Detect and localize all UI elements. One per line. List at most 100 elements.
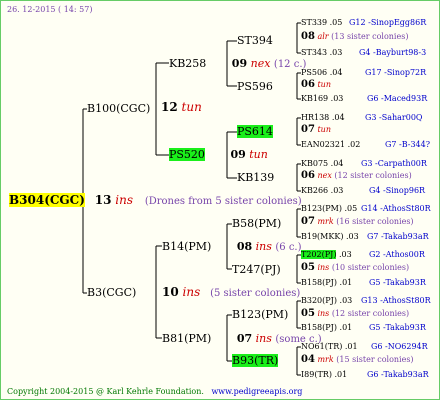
- gen4-queen[interactable]: HR138: [301, 113, 329, 122]
- gen3-ins: nex: [317, 171, 332, 180]
- gen4-queen[interactable]: ST343: [301, 48, 327, 57]
- gen4-ref-10: G2 -Athos00R: [369, 250, 425, 259]
- gen1-queen[interactable]: B100(CGC): [87, 102, 150, 115]
- gen4-queen[interactable]: B158(PJ): [301, 278, 337, 287]
- gen4-ref-3: G6 -Maced93R: [367, 94, 428, 103]
- gen4-ref-2: G17 -Sinop72R: [365, 68, 427, 77]
- gen4-ref-14: G6 -NO6294R: [371, 342, 428, 351]
- gen3-desc: (16 sister colonies): [336, 217, 414, 226]
- gen4-queen[interactable]: T202(PJ): [301, 250, 337, 259]
- footer: Copyright 2004-2015 @ Karl Kehrle Founda…: [7, 387, 302, 397]
- gen2-queen[interactable]: KB258: [169, 57, 206, 70]
- gen4-row-7: KB266 .03: [301, 186, 343, 196]
- gen2-num: 08: [236, 240, 253, 253]
- gen2-queen[interactable]: B14(PM): [162, 240, 211, 253]
- gen1-ins: ins: [182, 285, 201, 299]
- gen3-queen-1[interactable]: PS596: [237, 80, 273, 93]
- gen4-row-8: B123(PM) .05: [301, 204, 357, 214]
- gen1-queen[interactable]: B3(CGC): [87, 286, 136, 299]
- root-desc: (Drones from 5 sister colonies): [144, 196, 302, 207]
- gen4-queen[interactable]: KB266: [301, 186, 328, 195]
- gen4-num: .04: [330, 159, 344, 168]
- gen4-row-15: I89(TR) .01: [301, 370, 347, 380]
- gen4-row-13: B158(PJ) .01: [301, 323, 352, 333]
- gen3-queen-5[interactable]: T247(PJ): [232, 263, 281, 276]
- gen4-row-4: HR138 .04: [301, 113, 345, 123]
- gen4-row-11: B158(PJ) .01: [301, 278, 352, 288]
- gen4-num: .05: [329, 18, 343, 27]
- gen4-num: .01: [344, 342, 358, 351]
- site-link[interactable]: www.pedigreeapis.org: [211, 387, 302, 396]
- gen2-row-0: KB258 09 nex (12 c.): [169, 57, 306, 71]
- gen3-ins: tun: [317, 80, 331, 89]
- gen3-queen-label[interactable]: PS614: [237, 125, 273, 138]
- gen3-num: 07: [301, 124, 315, 135]
- gen4-queen[interactable]: ST339: [301, 18, 327, 27]
- gen4-queen[interactable]: NO61(TR): [301, 342, 342, 351]
- gen4-num: .01: [334, 370, 348, 379]
- gen3-queen-label[interactable]: B93(TR): [232, 354, 279, 367]
- gen4-num: .05: [344, 204, 358, 213]
- gen3-queen-6[interactable]: B123(PM): [232, 308, 288, 321]
- gen2-ins: tun: [249, 148, 268, 161]
- gen3-desc: (12 sister colonies): [331, 309, 410, 318]
- root-queen[interactable]: B304(CGC): [9, 193, 85, 207]
- gen4-queen[interactable]: KB075: [301, 159, 328, 168]
- gen4-ref-12: G13 -AthosSt80R: [361, 296, 431, 305]
- gen4-queen[interactable]: EAN02321: [301, 140, 345, 149]
- gen2-queen[interactable]: PS520: [169, 148, 205, 161]
- gen2-row-1: PS520 09 tun: [169, 148, 268, 161]
- gen4-row-3: KB169 .03: [301, 94, 343, 104]
- gen3-mating-4: 07 mrk (16 sister colonies): [301, 217, 414, 227]
- gen4-ref-11: G5 -Takab93R: [369, 278, 426, 287]
- copyright-text: Copyright 2004-2015 @ Karl Kehrle Founda…: [7, 387, 204, 396]
- gen3-queen-3[interactable]: KB139: [237, 171, 274, 184]
- gen3-num: 04: [301, 354, 315, 365]
- gen4-queen[interactable]: B158(PJ): [301, 323, 337, 332]
- gen2-queen[interactable]: B81(PM): [162, 332, 211, 345]
- gen2-row-2: B14(PM) 08 ins (6 c.): [162, 240, 302, 254]
- gen3-mating-6: 05 ins (12 sister colonies): [301, 309, 409, 319]
- gen4-num: .02: [347, 140, 361, 149]
- gen4-num: .01: [339, 278, 353, 287]
- gen3-desc: (15 sister colonies): [336, 355, 414, 364]
- gen4-ref-9: G7 -Takab93aR: [367, 232, 429, 241]
- gen2-num: 09: [230, 148, 246, 161]
- gen4-ref-5: G7 -B-344?: [385, 140, 431, 149]
- gen4-queen[interactable]: B320(PJ): [301, 296, 337, 305]
- gen3-ins: tun: [317, 125, 331, 134]
- gen3-ins: mrk: [317, 217, 334, 226]
- gen2-desc: (6 c.): [275, 242, 302, 253]
- gen4-queen[interactable]: B19(MKK): [301, 232, 343, 241]
- gen4-num: .04: [329, 68, 343, 77]
- gen3-queen-7[interactable]: B93(TR): [232, 354, 279, 367]
- gen4-row-1: ST343 .03: [301, 48, 342, 58]
- gen4-num: .01: [339, 323, 353, 332]
- gen3-mating-7: 04 mrk (15 sister colonies): [301, 355, 414, 365]
- gen3-desc: (12 sister colonies): [334, 171, 412, 180]
- gen4-ref-6: G3 -Carpath00R: [361, 159, 427, 168]
- gen2-row-3: B81(PM) 07 ins (some c.): [162, 332, 322, 346]
- gen3-queen-2[interactable]: PS614: [237, 125, 273, 138]
- gen4-row-9: B19(MKK) .03: [301, 232, 359, 242]
- gen4-ref-15: G6 -Takab93aR: [367, 370, 429, 379]
- gen1-mating-0: 12 tun: [161, 101, 202, 114]
- gen3-mating-5: 05 ins (10 sister colonies): [301, 263, 409, 273]
- gen3-mating-0: 08 alr (13 sister colonies): [301, 32, 408, 42]
- gen4-queen[interactable]: KB169: [301, 94, 328, 103]
- gen4-queen[interactable]: I89(TR): [301, 370, 332, 379]
- gen1-desc: (5 sister colonies): [210, 288, 301, 299]
- gen4-row-2: PS506 .04: [301, 68, 342, 78]
- gen3-num: 05: [301, 262, 315, 273]
- root-row: B304(CGC) 13 ins (Drones from 5 sister c…: [9, 193, 302, 209]
- gen3-ins: alr: [317, 32, 329, 41]
- gen3-queen-4[interactable]: B58(PM): [232, 217, 281, 230]
- gen3-queen-0[interactable]: ST394: [237, 34, 273, 47]
- gen3-ins: ins: [317, 309, 330, 318]
- date-stamp: 26. 12-2015 ( 14: 57): [7, 5, 93, 14]
- gen4-queen[interactable]: B123(PM): [301, 204, 342, 213]
- gen4-queen[interactable]: PS506: [301, 68, 327, 77]
- gen1-ins: tun: [181, 100, 202, 114]
- gen2-ins: nex: [250, 57, 271, 70]
- gen3-num: 08: [301, 31, 315, 42]
